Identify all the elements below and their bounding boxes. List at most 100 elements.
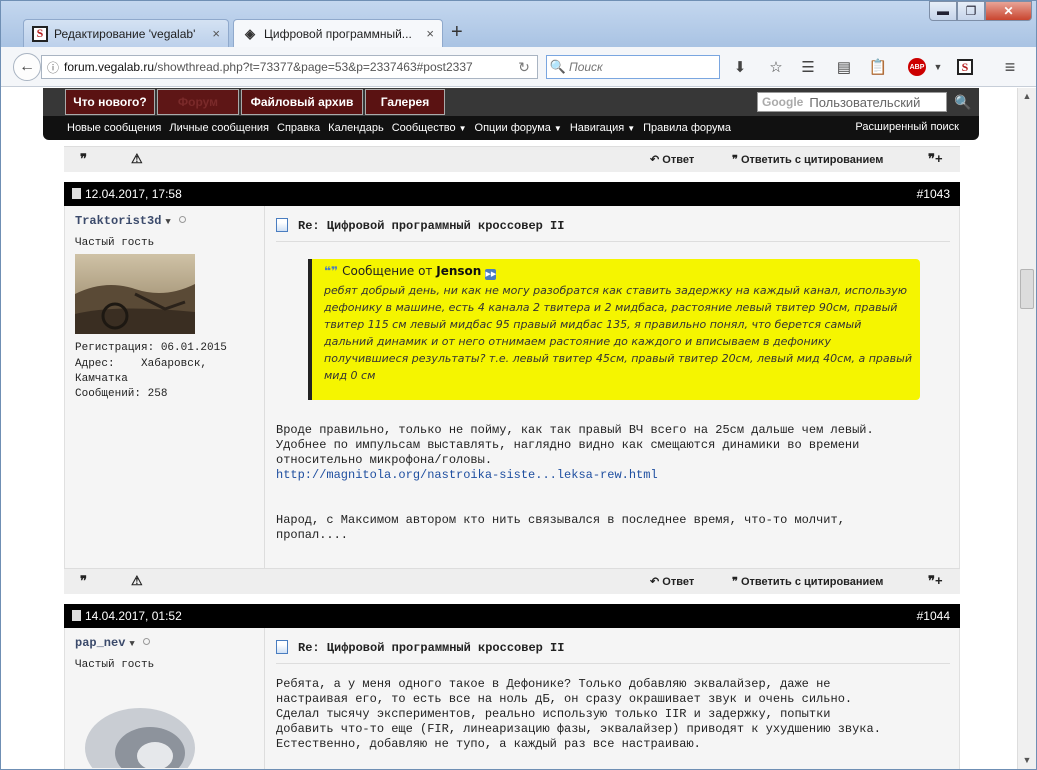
nav-new-messages[interactable]: Новые сообщения <box>67 122 161 134</box>
nav-navigation[interactable]: Навигация ▼ <box>570 122 635 134</box>
google-search-icon[interactable]: 🔍 <box>953 92 973 112</box>
maximize-button[interactable]: ❐ <box>957 1 985 21</box>
close-tab-icon[interactable]: × <box>426 26 434 41</box>
post-date: 14.04.2017, 01:52 <box>72 609 182 623</box>
user-info: pap_nev ▼ Частый гость <box>65 628 265 769</box>
nav-calendar[interactable]: Календарь <box>328 122 384 134</box>
post-text: Ребята, а у меня одного такое в Дефонике… <box>276 677 881 751</box>
user-title: Частый гость <box>75 659 155 671</box>
clipboard-icon[interactable]: 📋 <box>867 57 889 77</box>
add-quote-icon[interactable]: ❞+ <box>928 151 943 167</box>
quote-icon: ❞ <box>732 154 738 166</box>
reply-quote-button[interactable]: ❞ Ответить с цитированием <box>732 153 883 166</box>
reply-quote-button[interactable]: ❞ Ответить с цитированием <box>732 575 883 588</box>
close-window-button[interactable]: ✕ <box>985 1 1032 21</box>
user-registration: Регистрация: 06.01.2015 <box>75 342 227 354</box>
add-quote-icon[interactable]: ❞+ <box>928 573 943 589</box>
report-warning-icon[interactable]: ⚠ <box>131 573 143 589</box>
document-icon <box>276 218 288 232</box>
post-number-link[interactable]: #1044 <box>917 609 950 623</box>
post-content: Re: Цифровой программный кроссовер II Ре… <box>276 628 951 769</box>
page-viewport: Что нового? Форум Файловый архив Галерея… <box>1 88 1017 769</box>
post-title: Re: Цифровой программный кроссовер II <box>276 640 950 664</box>
chevron-down-icon: ▼ <box>627 124 636 133</box>
forum-nav-bar: Новые сообщения Личные сообщения Справка… <box>43 116 979 140</box>
minimize-button[interactable]: ▬ <box>929 1 957 21</box>
document-icon <box>276 640 288 654</box>
reply-button[interactable]: ↶ Ответ <box>650 153 694 166</box>
post-content: Re: Цифровой программный кроссовер II ❝❞… <box>276 206 951 568</box>
browser-toolbar: ← ⓘ forum.vegalab.ru/showthread.php?t=73… <box>1 47 1036 87</box>
post-text: Народ, с Максимом автором кто нить связы… <box>276 513 845 542</box>
url-path: /showthread.php?t=73377&page=53&p=233746… <box>154 60 473 74</box>
user-title: Частый гость <box>75 237 155 249</box>
scrollbar-thumb[interactable] <box>1020 269 1034 309</box>
reply-icon: ↶ <box>650 154 660 166</box>
advanced-search-link[interactable]: Расширенный поиск <box>855 121 959 133</box>
vegalab-favicon-icon: S <box>32 25 48 42</box>
quote-icon: ❝❞ <box>324 264 339 278</box>
username-link[interactable]: pap_nev ▼ <box>75 636 150 650</box>
post-body: Traktorist3d ▼ Частый гость Регистрация: … <box>64 206 960 568</box>
back-button[interactable]: ← <box>13 53 41 81</box>
search-icon: 🔍 <box>549 59 567 74</box>
quote-author: Jenson <box>436 264 482 278</box>
search-input[interactable] <box>569 60 709 74</box>
post-toolbar: ❞ ⚠ ↶ Ответ ❞ Ответить с цитированием ❞+ <box>64 146 960 172</box>
whats-new-button[interactable]: Что нового? <box>65 89 155 115</box>
quote-block: ❝❞ Сообщение от Jenson ▶▶ ребят добрый ден… <box>308 259 920 400</box>
quote-icon: ❞ <box>732 576 738 588</box>
nav-help[interactable]: Справка <box>277 122 320 134</box>
vegalab-extension-icon[interactable]: S <box>954 57 976 77</box>
forum-top-bar: Что нового? Форум Файловый архив Галерея… <box>43 88 979 116</box>
page-scrollbar[interactable]: ▲ ▼ <box>1017 88 1036 769</box>
hamburger-menu-icon[interactable]: ≡ <box>999 57 1021 77</box>
google-search-input[interactable]: Google Пользовательский <box>757 92 947 112</box>
site-info-icon[interactable]: ⓘ <box>42 59 64 76</box>
scroll-up-icon[interactable]: ▲ <box>1018 88 1036 105</box>
forum-button[interactable]: Форум <box>157 89 239 115</box>
bookmark-star-icon[interactable]: ☆ <box>765 57 787 77</box>
close-tab-icon[interactable]: × <box>212 26 220 41</box>
gallery-button[interactable]: Галерея <box>365 89 445 115</box>
new-tab-button[interactable]: + <box>451 21 463 43</box>
chevron-down-icon[interactable]: ▼ <box>129 639 134 649</box>
url-text[interactable]: forum.vegalab.ru/showthread.php?t=73377&… <box>64 60 511 74</box>
tab-edit-vegalab[interactable]: S Редактирование 'vegalab' × <box>23 19 229 47</box>
nav-community[interactable]: Сообщество ▼ <box>392 122 467 134</box>
avatar[interactable] <box>75 688 195 768</box>
scroll-down-icon[interactable]: ▼ <box>1018 752 1036 769</box>
nav-forum-options[interactable]: Опции форума ▼ <box>475 122 562 134</box>
bookmarks-list-icon[interactable]: ☰ <box>797 57 819 77</box>
nav-private-messages[interactable]: Личные сообщения <box>169 122 269 134</box>
adblock-plus-icon[interactable]: ABP <box>906 57 928 77</box>
external-link[interactable]: http://magnitola.org/nastroika-siste...l… <box>276 468 658 482</box>
offline-status-icon <box>142 638 150 645</box>
download-icon[interactable]: ⬇ <box>729 57 751 77</box>
tab-label: Цифровой программный... <box>264 26 412 41</box>
post-number-link[interactable]: #1043 <box>917 187 950 201</box>
reload-icon[interactable]: ↻ <box>511 59 537 76</box>
reply-button[interactable]: ↶ Ответ <box>650 575 694 588</box>
file-archive-button[interactable]: Файловый архив <box>241 89 363 115</box>
address-bar[interactable]: ⓘ forum.vegalab.ru/showthread.php?t=7337… <box>41 55 538 79</box>
adblock-menu-chevron-down-icon[interactable]: ▼ <box>927 57 949 77</box>
user-address: Адрес: Хабаровск, Камчатка <box>75 358 208 385</box>
tab-forum-thread[interactable]: ◈ Цифровой программный... × <box>233 19 443 47</box>
reader-view-icon[interactable]: ▤ <box>833 57 855 77</box>
google-placeholder: Пользовательский <box>809 94 921 110</box>
nav-forum-rules[interactable]: Правила форума <box>643 122 731 134</box>
view-post-arrow-icon[interactable]: ▶▶ <box>485 269 497 280</box>
avatar[interactable] <box>75 254 195 334</box>
username-link[interactable]: Traktorist3d ▼ <box>75 214 186 228</box>
report-warning-icon[interactable]: ⚠ <box>131 151 143 167</box>
post-date: 12.04.2017, 17:58 <box>72 187 182 201</box>
chevron-down-icon: ▼ <box>553 124 562 133</box>
post-text: Вроде правильно, только не пойму, как та… <box>276 423 874 467</box>
post-title: Re: Цифровой программный кроссовер II <box>276 218 950 242</box>
chevron-down-icon[interactable]: ▼ <box>165 217 170 227</box>
browser-search-box[interactable]: 🔍 <box>546 55 720 79</box>
multiquote-icon[interactable]: ❞ <box>80 151 87 167</box>
multiquote-icon[interactable]: ❞ <box>80 573 87 589</box>
back-arrow-icon: ← <box>19 58 35 75</box>
